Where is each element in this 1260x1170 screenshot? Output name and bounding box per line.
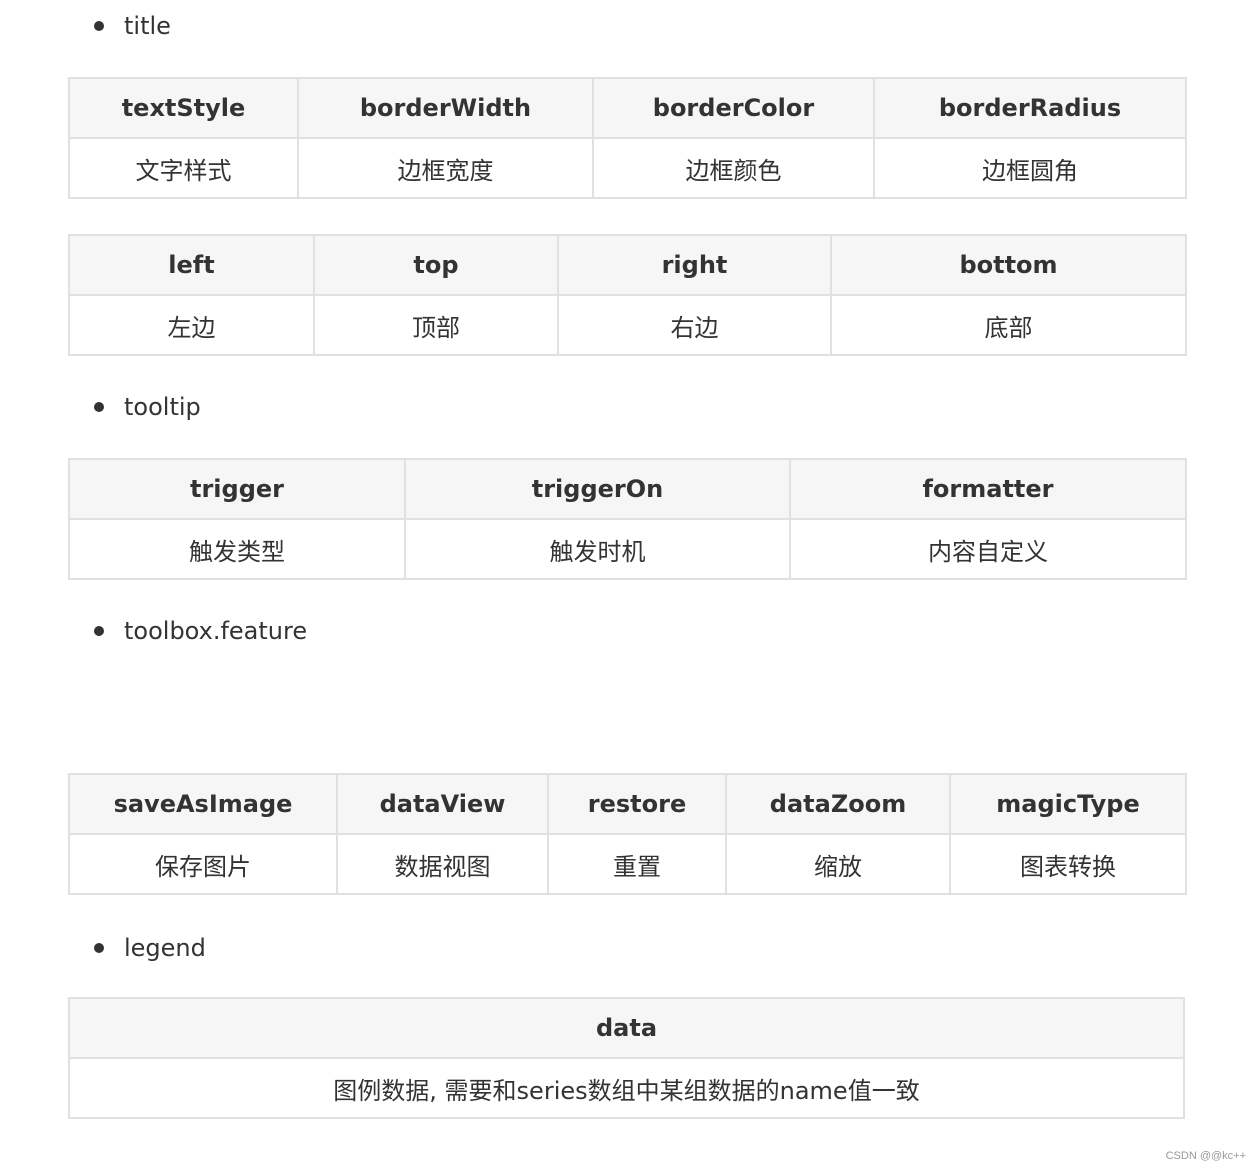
value-cell: 边框颜色 <box>592 137 875 199</box>
value-cell: 文字样式 <box>68 137 299 199</box>
bullet-title: title <box>94 12 171 40</box>
bullet-dot-icon <box>94 21 104 31</box>
header-cell: borderColor <box>592 77 875 139</box>
header-cell: top <box>313 234 559 296</box>
header-cell: data <box>68 997 1185 1059</box>
value-cell: 触发时机 <box>404 518 791 580</box>
header-cell: textStyle <box>68 77 299 139</box>
legend-table: data 图例数据, 需要和series数组中某组数据的name值一致 <box>68 997 1185 1119</box>
header-cell: dataZoom <box>725 773 951 835</box>
tooltip-table: trigger triggerOn formatter 触发类型 触发时机 内容… <box>68 458 1187 580</box>
bullet-dot-icon <box>94 626 104 636</box>
header-cell: borderRadius <box>873 77 1187 139</box>
value-cell: 缩放 <box>725 833 951 895</box>
bullet-label: tooltip <box>124 393 201 421</box>
bullet-tooltip: tooltip <box>94 393 201 421</box>
value-cell: 数据视图 <box>336 833 549 895</box>
value-cell: 底部 <box>830 294 1187 356</box>
value-cell: 触发类型 <box>68 518 406 580</box>
value-cell: 右边 <box>557 294 832 356</box>
header-cell: magicType <box>949 773 1187 835</box>
value-cell: 边框圆角 <box>873 137 1187 199</box>
value-cell: 顶部 <box>313 294 559 356</box>
header-cell: borderWidth <box>297 77 594 139</box>
bullet-dot-icon <box>94 943 104 953</box>
bullet-label: title <box>124 12 171 40</box>
value-cell: 图表转换 <box>949 833 1187 895</box>
bullet-label: legend <box>124 934 206 962</box>
header-cell: left <box>68 234 315 296</box>
header-cell: dataView <box>336 773 549 835</box>
title-position-table: left top right bottom 左边 顶部 右边 底部 <box>68 234 1187 356</box>
title-style-table: textStyle borderWidth borderColor border… <box>68 77 1187 199</box>
header-cell: trigger <box>68 458 406 520</box>
watermark: CSDN @@kc++ <box>1165 1150 1246 1162</box>
value-cell: 图例数据, 需要和series数组中某组数据的name值一致 <box>68 1057 1185 1119</box>
header-cell: saveAsImage <box>68 773 338 835</box>
header-cell: bottom <box>830 234 1187 296</box>
header-cell: triggerOn <box>404 458 791 520</box>
bullet-legend: legend <box>94 934 206 962</box>
header-cell: restore <box>547 773 727 835</box>
header-cell: formatter <box>789 458 1187 520</box>
bullet-label: toolbox.feature <box>124 617 308 645</box>
header-cell: right <box>557 234 832 296</box>
bullet-dot-icon <box>94 402 104 412</box>
value-cell: 内容自定义 <box>789 518 1187 580</box>
bullet-toolbox-feature: toolbox.feature <box>94 617 307 645</box>
value-cell: 保存图片 <box>68 833 338 895</box>
value-cell: 左边 <box>68 294 315 356</box>
value-cell: 重置 <box>547 833 727 895</box>
value-cell: 边框宽度 <box>297 137 594 199</box>
toolbox-feature-table: saveAsImage dataView restore dataZoom ma… <box>68 773 1187 895</box>
